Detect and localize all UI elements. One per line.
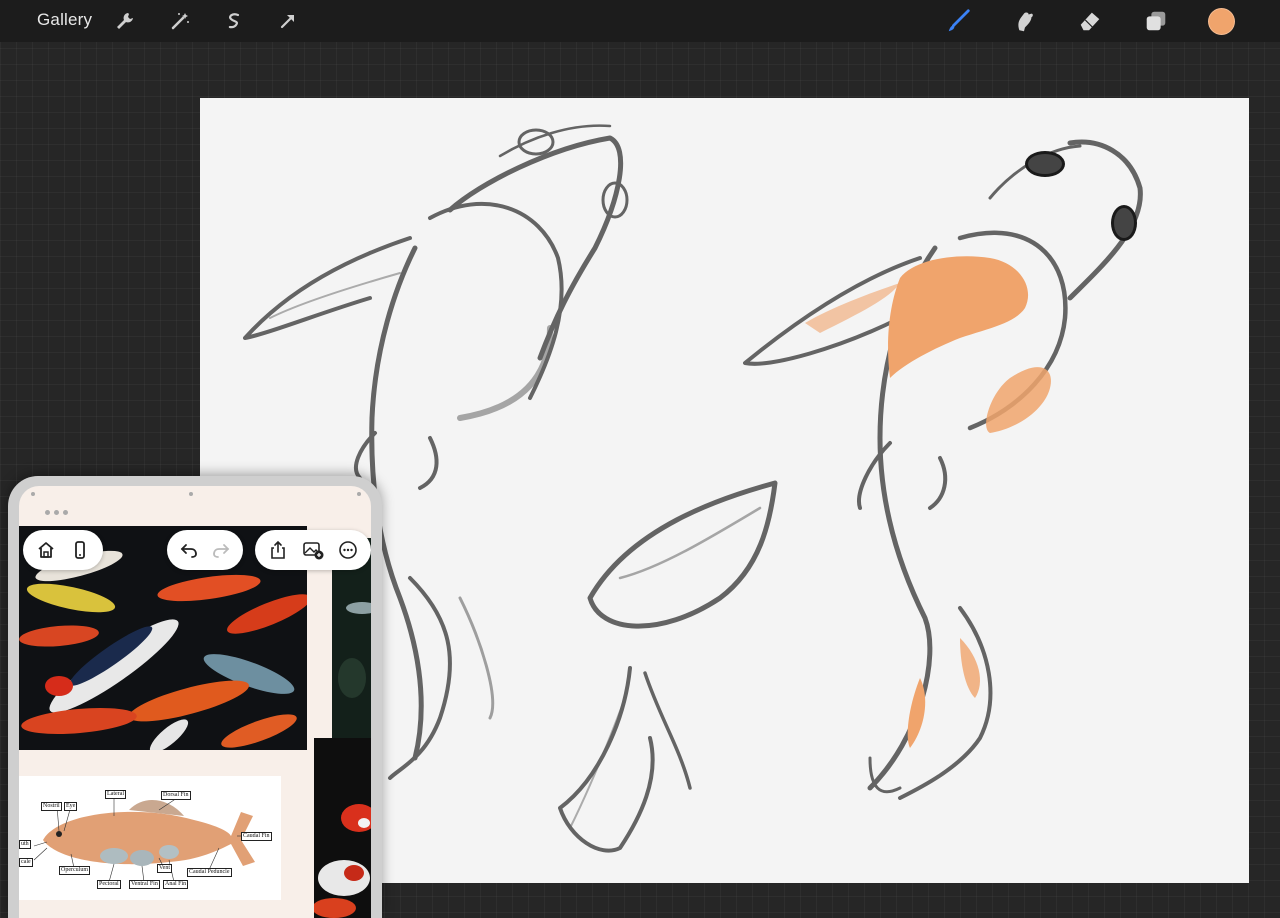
home-icon[interactable] (33, 537, 59, 563)
label-dorsal-fin: Dorsal Fin (161, 791, 191, 800)
label-ventral-fin: Ventral Fin (129, 880, 160, 889)
add-image-icon[interactable] (300, 537, 326, 563)
label-lateral: Lateral (105, 790, 126, 799)
color-swatch[interactable] (1208, 8, 1235, 35)
label-vent: Vent (157, 864, 172, 873)
share-icon[interactable] (265, 537, 291, 563)
label-barbels: cale (19, 858, 33, 867)
label-eye: Eye (64, 802, 78, 811)
gallery-button[interactable]: Gallery (37, 10, 92, 30)
redo-icon[interactable] (208, 537, 234, 563)
undo-icon[interactable] (176, 537, 202, 563)
fish-anatomy-diagram: Lateral Dorsal Fin Nostril Eye Caudal Fi… (19, 776, 281, 900)
smudge-icon[interactable] (1011, 8, 1037, 34)
label-nostril: Nostril (41, 802, 62, 811)
nav-pill (23, 530, 103, 570)
label-anal-fin: Anal Fin (163, 880, 189, 889)
phone-icon[interactable] (67, 537, 93, 563)
label-pectoral: Pectoral (97, 880, 121, 889)
transform-arrow-icon[interactable] (275, 8, 301, 34)
brush-icon[interactable] (946, 8, 972, 34)
label-caudal-peduncle: Caudal Peduncle (187, 868, 232, 877)
reference-window: Lateral Dorsal Fin Nostril Eye Caudal Fi… (8, 476, 382, 918)
eraser-icon[interactable] (1077, 8, 1103, 34)
label-mouth: uth (19, 840, 31, 849)
actions-pill (255, 530, 371, 570)
window-handle-dots[interactable] (45, 510, 68, 515)
reference-screen: Lateral Dorsal Fin Nostril Eye Caudal Fi… (19, 486, 371, 918)
label-caudal-fin: Caudal Fin (241, 832, 272, 841)
label-operculum: Operculum (59, 866, 90, 875)
more-icon[interactable] (335, 537, 361, 563)
koi-photo-thumb (314, 738, 371, 918)
magic-wand-icon[interactable] (167, 8, 193, 34)
top-toolbar: Gallery (0, 0, 1280, 42)
history-pill (167, 530, 243, 570)
selection-icon[interactable] (221, 8, 247, 34)
layers-icon[interactable] (1143, 8, 1169, 34)
wrench-icon[interactable] (112, 8, 138, 34)
